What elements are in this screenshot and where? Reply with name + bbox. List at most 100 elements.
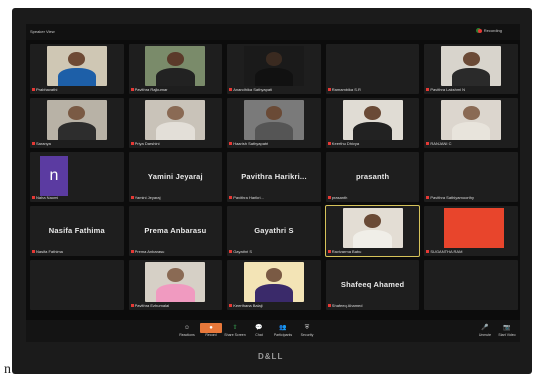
participant-name-label: Keerthu Dhivya xyxy=(327,141,359,146)
monitor-photo: Speaker View Recording Prabhavathi Pavith… xyxy=(12,8,532,374)
participant-tile[interactable]: Prema Anbarasu Prema Anbarasu xyxy=(128,206,223,256)
start-video-icon: 📷 xyxy=(503,325,511,331)
participant-tile[interactable]: Nasifa Fathima Nasifa Fathima xyxy=(30,206,124,256)
participant-name-label: Anandhika Sathyapati xyxy=(229,87,272,92)
muted-mic-icon xyxy=(426,196,430,200)
participants-button[interactable]: 👥 Participants xyxy=(272,323,294,337)
record-dot-icon xyxy=(477,28,482,33)
participant-video xyxy=(46,46,107,86)
muted-mic-icon xyxy=(327,304,331,308)
participant-name-label: Pavithra Sathiyamoorthy xyxy=(426,195,474,200)
muted-mic-icon xyxy=(32,196,35,200)
participant-tile[interactable]: Anandhika Sathyapati xyxy=(227,44,321,94)
participant-tile[interactable]: Ravivarma Babu xyxy=(324,205,421,257)
participant-name-large: Prema Anbarasu xyxy=(144,226,207,235)
participant-tile[interactable]: Gayathri S Gayathri S xyxy=(227,206,321,256)
participant-tile[interactable]: Ramambika S.R xyxy=(325,44,420,94)
participant-tile[interactable]: Pavithra Harikri... Pavithra Harikri... xyxy=(227,152,321,202)
meeting-toolbar: 🎤 Unmute 📷 Start Video ⛨ Security 👥 Participant… xyxy=(26,320,520,342)
participant-name-label: Ravivarma Babu xyxy=(327,249,361,254)
participant-avatar: n xyxy=(40,156,68,196)
participant-video xyxy=(244,100,304,140)
participant-tile[interactable]: Haarish Sathyapatri xyxy=(227,98,321,148)
participant-tile[interactable]: Shafeeq Ahamed Shafeeq Ahamed xyxy=(325,260,420,310)
muted-mic-icon xyxy=(327,142,331,146)
participant-video xyxy=(441,46,502,86)
participant-tile[interactable]: SUGANTHA RAM xyxy=(424,206,518,256)
participants-icon: 👥 xyxy=(279,325,287,331)
participant-tile[interactable]: Saranya xyxy=(30,98,124,148)
participant-video xyxy=(244,46,304,86)
participant-name-label: Pavithra Ezhumalai xyxy=(130,303,169,308)
participant-name-label: Pavithra Rajkumar xyxy=(130,87,168,92)
muted-mic-icon xyxy=(426,88,430,92)
participant-name-large: Nasifa Fathima xyxy=(48,226,105,235)
monitor-logo: D&LL xyxy=(258,352,284,361)
participant-name-large: Shafeeq Ahamed xyxy=(340,280,405,289)
muted-mic-icon xyxy=(32,88,35,92)
participant-name-label: Prabhavathi xyxy=(32,87,57,92)
reactions-button[interactable]: ☺ Reactions xyxy=(176,323,198,337)
muted-mic-icon xyxy=(130,304,134,308)
participant-tile[interactable] xyxy=(424,260,518,310)
chat-button[interactable]: 💬 Chat xyxy=(248,323,270,337)
unmute-icon: 🎤 xyxy=(481,325,489,331)
participant-name-large: Pavithra Harikri... xyxy=(241,172,307,181)
muted-mic-icon xyxy=(229,196,233,200)
participant-video xyxy=(46,100,107,140)
participant-tile[interactable] xyxy=(30,260,124,310)
share-screen-icon: ⇧ xyxy=(232,325,238,331)
participant-tile[interactable]: prasanth prasanth xyxy=(325,152,420,202)
unmute-button[interactable]: 🎤 Unmute xyxy=(474,323,496,337)
record-button[interactable]: ● Record xyxy=(200,323,222,337)
participant-name-label: Nasifa Fathima xyxy=(32,249,63,254)
participant-tile[interactable]: Yamini Jeyaraj Yamini Jeyaraj xyxy=(128,152,223,202)
participant-tile[interactable]: Keerthu Dhivya xyxy=(325,98,420,148)
participant-tile[interactable]: RANJANI C xyxy=(424,98,518,148)
chat-icon: 💬 xyxy=(255,325,263,331)
muted-mic-icon xyxy=(327,250,331,254)
speaker-view-button[interactable]: Speaker View xyxy=(30,29,55,34)
participant-name-label: prasanth xyxy=(327,195,347,200)
muted-mic-icon xyxy=(229,304,233,308)
participant-name-label: Naha Naomi xyxy=(32,195,58,200)
start-video-button[interactable]: 📷 Start Video xyxy=(496,323,518,337)
participant-name-large: prasanth xyxy=(355,172,390,181)
participant-tile[interactable]: n Naha Naomi xyxy=(30,152,124,202)
muted-mic-icon xyxy=(130,142,134,146)
participant-tile[interactable]: Prabhavathi xyxy=(30,44,124,94)
participant-name-large: Yamini Jeyaraj xyxy=(147,172,203,181)
participant-name-label: Pavithra Lakshmi N xyxy=(426,87,465,92)
muted-mic-icon xyxy=(426,142,430,146)
muted-mic-icon xyxy=(229,142,233,146)
participant-name-label: Ramambika S.R xyxy=(327,87,361,92)
muted-mic-icon xyxy=(426,250,430,254)
participant-name-label: Haarish Sathyapatri xyxy=(229,141,268,146)
muted-mic-icon xyxy=(130,250,134,254)
participant-video xyxy=(145,46,206,86)
participant-gallery: Prabhavathi Pavithra Rajkumar Anandhika Sa… xyxy=(30,44,518,310)
participant-name-label: Prema Anbarasu xyxy=(130,249,164,254)
participant-tile[interactable]: Pavithra Lakshmi N xyxy=(424,44,518,94)
participant-tile[interactable]: Pavithra Rajkumar xyxy=(128,44,223,94)
participant-tile[interactable]: Priya Darshini xyxy=(128,98,223,148)
stray-character: n xyxy=(4,362,11,377)
participant-tile[interactable]: Pavithra Sathiyamoorthy xyxy=(424,152,518,202)
muted-mic-icon xyxy=(130,88,134,92)
participant-tile[interactable]: Keerthana Balaji xyxy=(227,260,321,310)
reactions-icon: ☺ xyxy=(183,325,191,331)
participant-video xyxy=(145,100,206,140)
zoom-window: Speaker View Recording Prabhavathi Pavith… xyxy=(26,24,520,342)
participant-video xyxy=(342,208,403,248)
participant-video xyxy=(444,208,505,248)
share-screen-button[interactable]: ⇧ Share Screen xyxy=(224,323,246,337)
participant-name-label: Pavithra Harikri... xyxy=(229,195,264,200)
participant-name-large: Gayathri S xyxy=(254,226,294,235)
security-button[interactable]: ⛨ Security xyxy=(296,323,318,337)
participant-tile[interactable]: Pavithra Ezhumalai xyxy=(128,260,223,310)
muted-mic-icon xyxy=(130,196,134,200)
participant-name-label: Shafeeq Ahamed xyxy=(327,303,363,308)
participant-video xyxy=(441,100,502,140)
recording-indicator: Recording xyxy=(477,28,502,33)
muted-mic-icon xyxy=(229,88,233,92)
